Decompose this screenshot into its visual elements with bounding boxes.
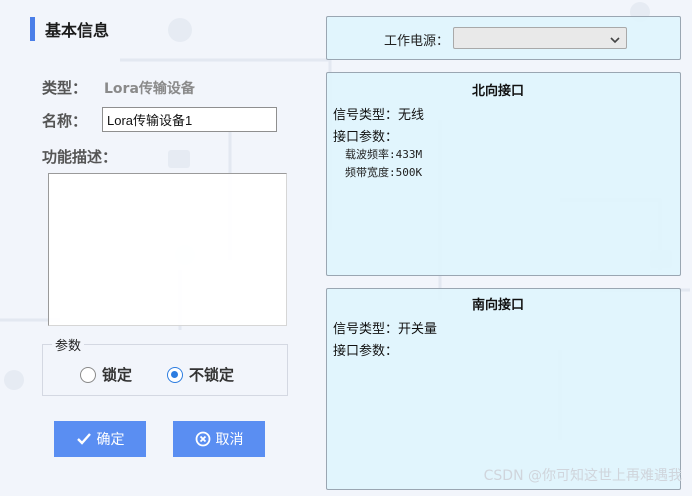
description-textarea[interactable] [48, 173, 287, 326]
power-select[interactable] [453, 27, 627, 49]
radio-unlock[interactable]: 不锁定 [167, 364, 234, 385]
confirm-label: 确定 [96, 431, 125, 447]
south-params-label: 接口参数： [333, 344, 399, 359]
radio-lock-circle [80, 366, 96, 383]
radio-lock[interactable]: 锁定 [80, 364, 132, 385]
type-value: Lora传输设备 [104, 81, 195, 97]
power-label: 工作电源： [384, 34, 450, 49]
name-label: 名称： [42, 112, 88, 130]
section-header: 基本信息 [30, 16, 109, 42]
north-param-frequency: 载波频率:433M [345, 148, 423, 161]
checkmark-icon [76, 432, 92, 446]
confirm-button[interactable]: 确定 [54, 421, 146, 457]
north-signal-type: 信号类型：无线 [333, 108, 425, 123]
north-params-label: 接口参数： [333, 130, 399, 145]
radio-unlock-circle [167, 366, 183, 383]
cancel-button[interactable]: 取消 [173, 421, 265, 457]
watermark: CSDN @你可知这世上再难遇我 [483, 468, 682, 484]
type-label: 类型： [42, 79, 88, 97]
chevron-down-icon [610, 29, 620, 48]
cancel-label: 取消 [215, 431, 244, 447]
radio-unlock-label: 不锁定 [189, 366, 235, 384]
name-input[interactable] [102, 107, 277, 132]
section-title: 基本信息 [45, 21, 110, 40]
close-circle-icon [195, 431, 211, 447]
north-title: 北向接口 [472, 84, 525, 99]
title-accent-bar [30, 17, 35, 41]
description-label: 功能描述： [42, 148, 118, 166]
north-param-bandwidth: 频带宽度:500K [345, 166, 423, 179]
params-legend: 参数 [52, 335, 85, 354]
radio-lock-label: 锁定 [102, 366, 133, 384]
south-signal-type: 信号类型：开关量 [333, 322, 438, 337]
south-title: 南向接口 [472, 298, 525, 313]
